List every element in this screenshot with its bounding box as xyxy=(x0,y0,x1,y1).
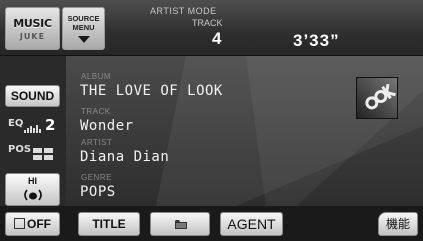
album-title: THE LOVE OF LOOK xyxy=(80,83,223,99)
screen-square-icon xyxy=(14,218,25,229)
title-off-button[interactable]: TITLE OFF xyxy=(78,212,140,241)
artist-label: ARTIST xyxy=(81,138,113,147)
source-menu-line2: MENU xyxy=(72,23,95,32)
function-button[interactable]: 機能 xyxy=(378,212,418,236)
track-field-label: TRACK xyxy=(81,107,111,116)
source-menu-line1: SOURCE xyxy=(67,14,100,23)
folder-icon xyxy=(175,220,187,229)
folder-button[interactable] xyxy=(150,212,210,236)
eq-label: EQ xyxy=(8,118,24,129)
header-bar: MUSIC JUKE SOURCE MENU ARTIST MODE TRACK… xyxy=(0,0,423,56)
position-indicator[interactable]: POS xyxy=(8,144,60,164)
pos-label: POS xyxy=(8,144,32,155)
display-off-button[interactable]: OFF xyxy=(5,212,60,236)
album-art-icon xyxy=(356,77,398,119)
genre-label: GENRE xyxy=(81,173,112,182)
mode-label: ARTIST MODE xyxy=(150,6,217,16)
eq-indicator[interactable]: EQ 2 xyxy=(8,116,60,136)
track-label: TRACK xyxy=(192,18,223,28)
display-off-label: OFF xyxy=(27,217,51,231)
source-sub-name: JUKE xyxy=(19,32,46,41)
sound-button[interactable]: SOUND xyxy=(5,85,60,107)
album-label: ALBUM xyxy=(81,72,112,81)
source-name: MUSIC xyxy=(13,17,52,30)
track-number: 4 xyxy=(212,29,222,48)
bottom-bar: OFF TITLE OFF AGENT 機能 xyxy=(0,206,423,241)
seat-position-icon xyxy=(33,148,53,160)
surround-speaker-icon xyxy=(24,189,42,201)
equalizer-icon xyxy=(24,125,41,133)
source-menu-button[interactable]: SOURCE MENU xyxy=(62,7,105,50)
track-title: Wonder xyxy=(80,118,134,134)
eq-value: 2 xyxy=(45,116,56,134)
artist-name: Diana Dian xyxy=(80,149,170,165)
source-badge[interactable]: MUSIC JUKE xyxy=(5,7,60,50)
hi-label: HI xyxy=(28,176,37,186)
hi-button[interactable]: HI xyxy=(5,173,60,206)
agent-button[interactable]: AGENT xyxy=(220,212,283,236)
audio-screen: MUSIC JUKE SOURCE MENU ARTIST MODE TRACK… xyxy=(0,0,423,241)
triangle-down-icon xyxy=(78,36,90,43)
sound-panel: SOUND EQ 2 POS HI xyxy=(0,56,66,206)
genre-name: POPS xyxy=(80,184,116,200)
elapsed-time: 3’33” xyxy=(293,31,340,50)
track-info-panel: ALBUM THE LOVE OF LOOK TRACK Wonder ARTI… xyxy=(66,56,423,206)
